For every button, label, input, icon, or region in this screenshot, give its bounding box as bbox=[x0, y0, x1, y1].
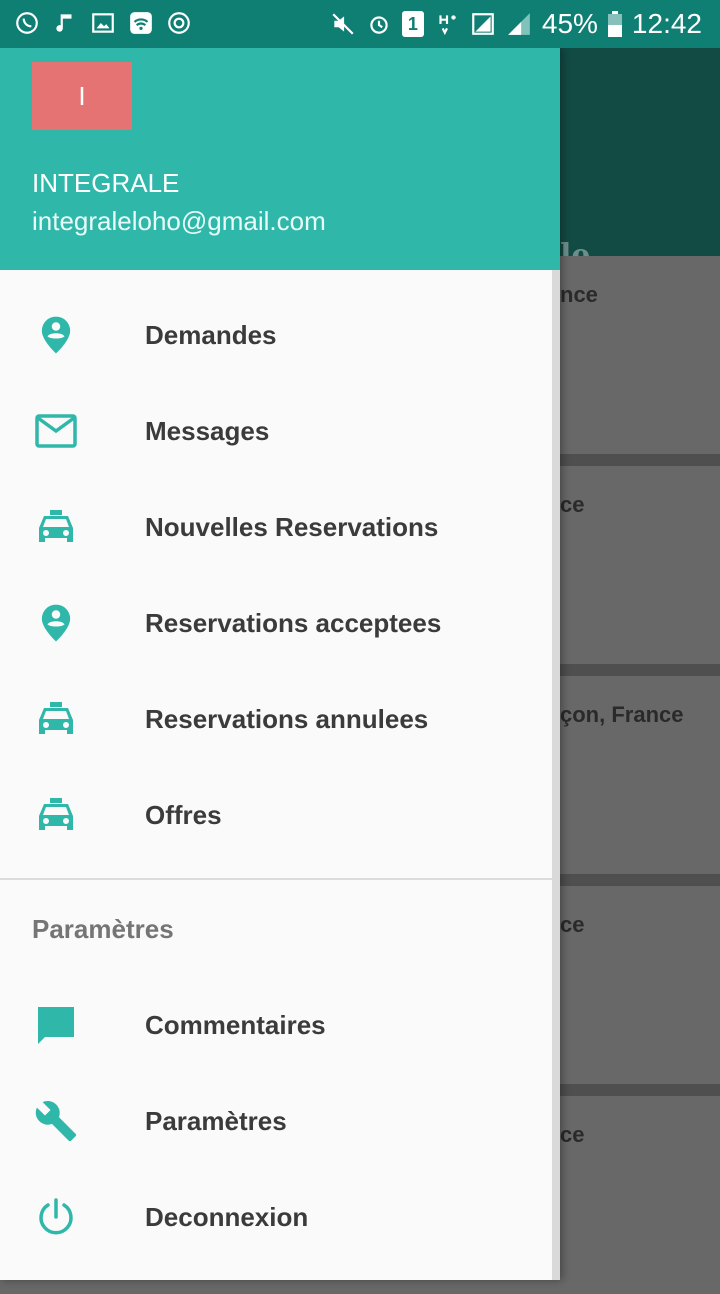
sync-icon bbox=[168, 12, 190, 34]
menu-item-label: Demandes bbox=[145, 319, 277, 350]
background-card-text: nce bbox=[560, 282, 598, 307]
background-card-text: ce bbox=[560, 912, 585, 937]
signal-strength-icon bbox=[508, 13, 530, 35]
navigation-drawer: I INTEGRALE integraleloho@gmail.com Dema… bbox=[0, 48, 560, 1280]
comment-icon bbox=[32, 1001, 80, 1049]
menu-item-offres[interactable]: Offres bbox=[0, 767, 560, 863]
menu-item-reservations-acceptees[interactable]: Reservations acceptees bbox=[0, 575, 560, 671]
power-icon bbox=[32, 1193, 80, 1241]
mute-icon bbox=[332, 13, 354, 35]
menu-item-reservations-annulees[interactable]: Reservations annulees bbox=[0, 671, 560, 767]
status-bar: 1 45% 12:42 bbox=[0, 0, 720, 48]
menu-item-label: Paramètres bbox=[145, 1105, 287, 1136]
wrench-icon bbox=[32, 1097, 80, 1145]
drawer-header: I INTEGRALE integraleloho@gmail.com bbox=[0, 48, 560, 270]
clock: 12:42 bbox=[631, 8, 702, 39]
menu-item-deconnexion[interactable]: Deconnexion bbox=[0, 1169, 560, 1265]
menu-item-label: Nouvelles Reservations bbox=[145, 511, 439, 542]
menu-item-parametres[interactable]: Paramètres bbox=[0, 1073, 560, 1169]
wifi-hotspot-icon bbox=[130, 12, 152, 34]
drawer-scrollbar[interactable] bbox=[552, 270, 560, 1280]
image-icon bbox=[92, 13, 114, 33]
user-name: INTEGRALE bbox=[32, 168, 180, 198]
menu-item-label: Reservations annulees bbox=[145, 703, 429, 734]
taxi-icon bbox=[32, 791, 80, 839]
sim-slot-badge: 1 bbox=[401, 11, 424, 37]
battery-icon bbox=[607, 11, 622, 37]
location-icon bbox=[32, 599, 80, 647]
menu-item-label: Messages bbox=[145, 415, 270, 446]
music-icon bbox=[56, 14, 72, 32]
section-title-parametres: Paramètres bbox=[32, 914, 174, 944]
avatar[interactable]: I bbox=[32, 62, 132, 130]
menu-item-label: Offres bbox=[145, 799, 222, 830]
menu-item-demandes[interactable]: Demandes bbox=[0, 287, 560, 383]
battery-percent: 45% bbox=[541, 8, 598, 39]
background-card-text: ce bbox=[560, 1122, 585, 1147]
mail-icon bbox=[32, 407, 80, 455]
location-icon bbox=[32, 311, 80, 359]
menu-item-label: Reservations acceptees bbox=[145, 607, 442, 638]
menu-item-nouvelles-reservations[interactable]: Nouvelles Reservations bbox=[0, 479, 560, 575]
background-card-text: çon, France bbox=[560, 702, 684, 727]
menu-item-label: Commentaires bbox=[145, 1009, 326, 1040]
menu-divider bbox=[0, 878, 560, 880]
signal-icon bbox=[472, 13, 494, 35]
whatsapp-icon bbox=[16, 12, 38, 34]
user-email: integraleloho@gmail.com bbox=[32, 206, 326, 236]
menu-item-label: Deconnexion bbox=[145, 1201, 309, 1232]
alarm-icon bbox=[370, 16, 388, 34]
menu-item-messages[interactable]: Messages bbox=[0, 383, 560, 479]
background-card-text: ce bbox=[560, 492, 585, 517]
taxi-icon bbox=[32, 503, 80, 551]
taxi-icon bbox=[32, 695, 80, 743]
data-hplus-icon bbox=[439, 15, 456, 36]
menu-item-commentaires[interactable]: Commentaires bbox=[0, 977, 560, 1073]
